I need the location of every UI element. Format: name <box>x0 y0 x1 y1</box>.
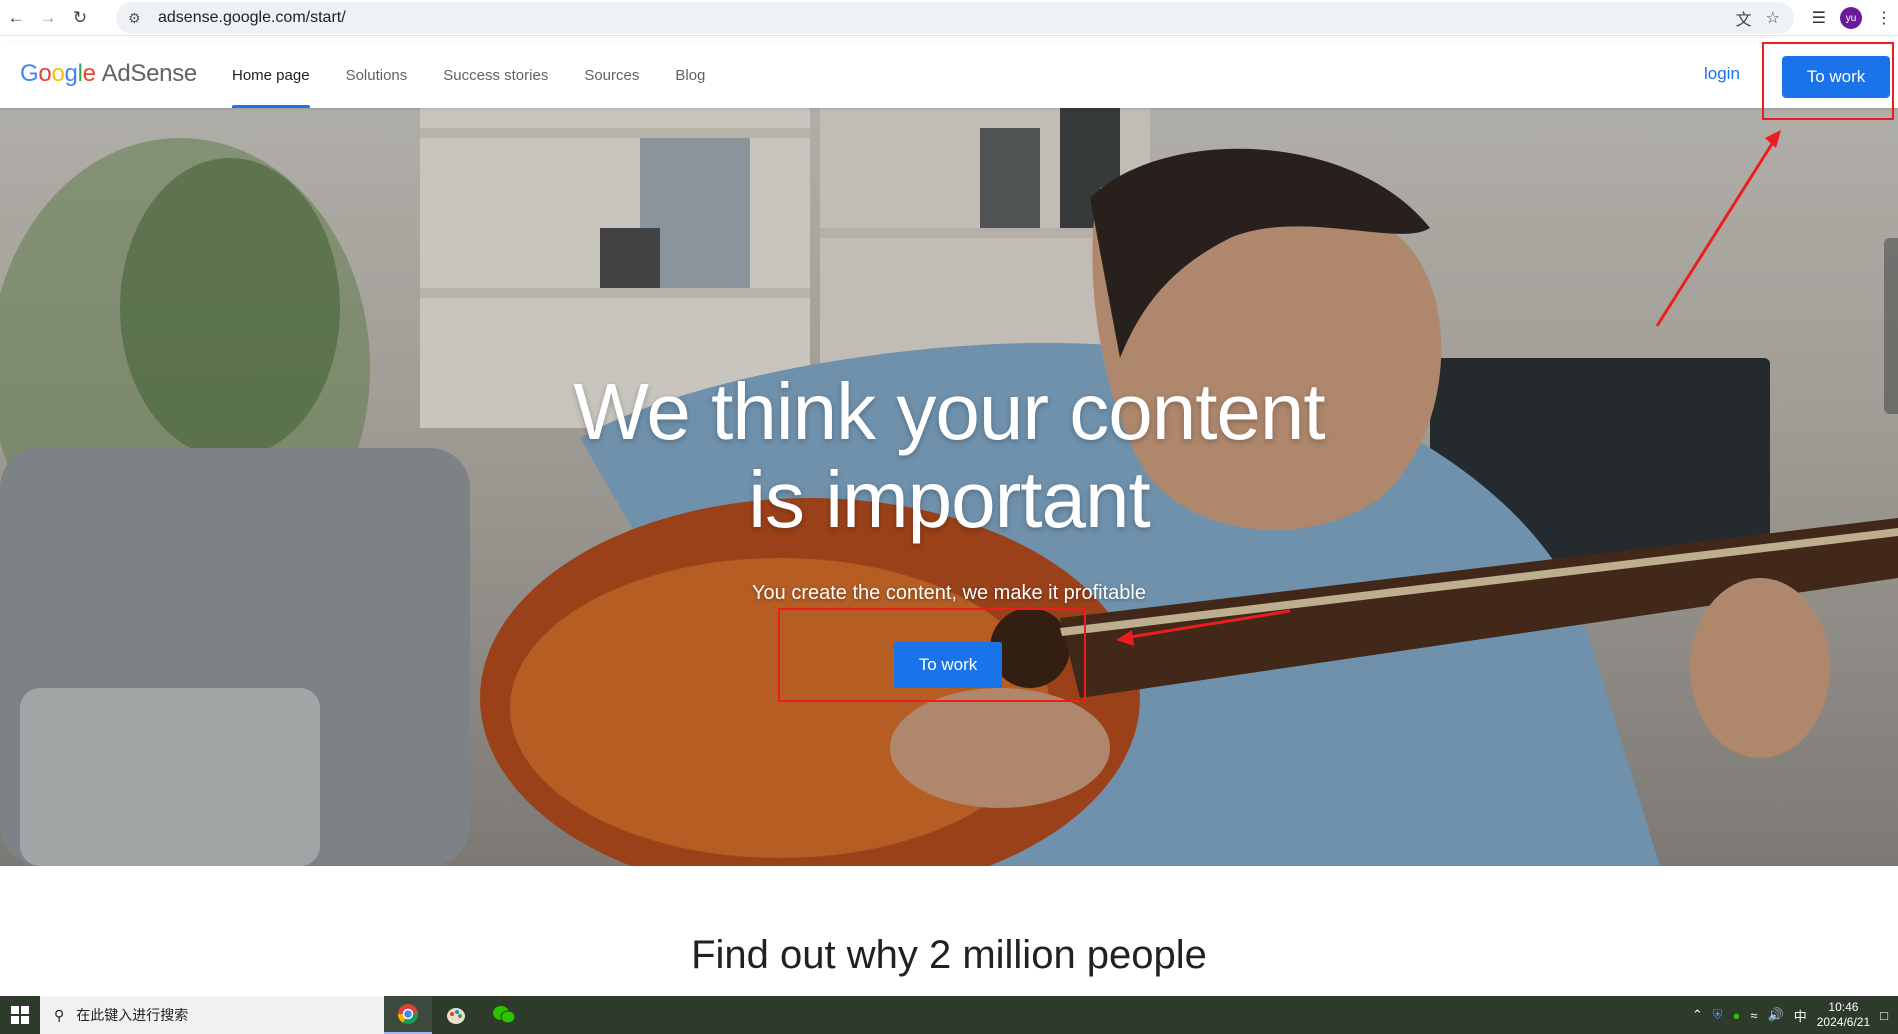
nav-blog[interactable]: Blog <box>675 42 705 108</box>
url-text[interactable]: adsense.google.com/start/ <box>158 9 346 27</box>
hero-to-work-button[interactable]: To work <box>894 642 1002 688</box>
hero-title: We think your content is important <box>573 367 1325 544</box>
menu-kebab-icon[interactable]: ⋮ <box>1876 8 1892 28</box>
security-shield-icon[interactable]: ⛨ <box>1713 1007 1723 1023</box>
tray-chevron-up-icon[interactable]: ⌃ <box>1692 1007 1703 1023</box>
annotation-highlight-header-button <box>1762 42 1894 120</box>
login-link[interactable]: login <box>1704 64 1740 84</box>
taskbar-clock[interactable]: 10:46 2024/6/21 <box>1817 1000 1870 1030</box>
nav-solutions[interactable]: Solutions <box>346 42 408 108</box>
address-bar[interactable]: ⚙ adsense.google.com/start/ 文 ☆ <box>116 2 1794 34</box>
notification-icon[interactable]: □ <box>1880 1008 1888 1023</box>
main-nav: Home page Solutions Success stories Sour… <box>232 42 705 108</box>
search-icon: ⚲ <box>54 1006 65 1023</box>
site-header: Google AdSense Home page Solutions Succes… <box>0 42 1898 108</box>
nav-success-stories[interactable]: Success stories <box>443 42 548 108</box>
translate-icon[interactable]: 文 <box>1736 6 1752 30</box>
back-icon[interactable]: ← <box>0 0 32 36</box>
why-section: Find out why 2 million people chose AdSe… <box>0 900 1898 998</box>
site-info-icon[interactable]: ⚙ <box>128 10 150 27</box>
browser-toolbar: ← → ↻ ⚙ adsense.google.com/start/ 文 ☆ ☰ … <box>0 0 1898 36</box>
bookmark-star-icon[interactable]: ☆ <box>1766 8 1780 28</box>
forward-icon[interactable]: → <box>32 0 64 36</box>
wechat-taskbar-icon[interactable] <box>480 996 528 1034</box>
network-icon[interactable]: ≈ <box>1750 1008 1757 1023</box>
windows-taskbar: ⚲ 在此键入进行搜索 ⌃ ⛨ ● ≈ 🔊 中 10:46 2024/6/21 □ <box>0 996 1898 1034</box>
taskbar-search[interactable]: ⚲ 在此键入进行搜索 <box>40 996 384 1034</box>
hero-section: We think your content is important You c… <box>0 108 1898 866</box>
ime-indicator[interactable]: 中 <box>1794 1006 1807 1025</box>
paint-app-taskbar-icon[interactable] <box>432 996 480 1034</box>
why-section-title: Find out why 2 million people chose AdSe… <box>691 933 1207 998</box>
chrome-taskbar-icon[interactable] <box>384 996 432 1034</box>
nav-home-page[interactable]: Home page <box>232 42 310 108</box>
side-widget-tab[interactable] <box>1884 238 1898 414</box>
nav-sources[interactable]: Sources <box>584 42 639 108</box>
wechat-tray-icon[interactable]: ● <box>1733 1008 1741 1023</box>
profile-avatar[interactable]: yu <box>1840 7 1862 29</box>
google-adsense-logo[interactable]: Google AdSense <box>20 60 197 88</box>
reload-icon[interactable]: ↻ <box>64 0 96 36</box>
windows-start-icon[interactable] <box>0 996 40 1034</box>
hero-subtitle: You create the content, we make it profi… <box>752 582 1146 604</box>
volume-icon[interactable]: 🔊 <box>1768 1007 1784 1023</box>
media-control-icon[interactable]: ☰ <box>1812 8 1826 28</box>
taskbar-search-placeholder: 在此键入进行搜索 <box>76 1007 189 1023</box>
system-tray: ⌃ ⛨ ● ≈ 🔊 中 10:46 2024/6/21 □ <box>1692 996 1888 1034</box>
logo-product-name: AdSense <box>101 60 198 87</box>
